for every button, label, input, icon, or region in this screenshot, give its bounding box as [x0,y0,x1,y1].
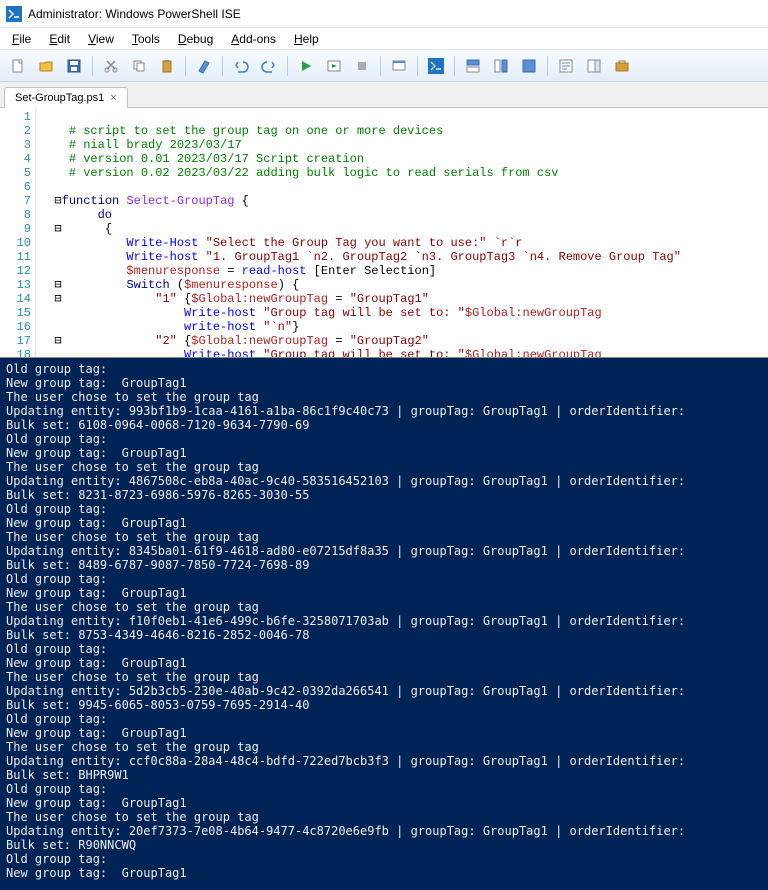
menu-view[interactable]: View [80,30,122,48]
menu-edit[interactable]: Edit [41,30,78,48]
paste-button[interactable] [155,54,179,78]
redo-button[interactable] [257,54,281,78]
separator [454,56,455,76]
start-powershell-button[interactable] [424,54,448,78]
new-button[interactable] [6,54,30,78]
menu-file[interactable]: File [4,30,39,48]
layout-script-max-button[interactable] [517,54,541,78]
toolbar [0,50,768,82]
show-command-addon-button[interactable] [582,54,606,78]
separator [222,56,223,76]
separator [380,56,381,76]
layout-script-top-button[interactable] [461,54,485,78]
line-numbers: 1 2 3 4 5 6 7 8 9 10 11 12 13 14 15 16 1… [0,108,36,357]
menu-help[interactable]: Help [286,30,327,48]
clear-console-button[interactable] [192,54,216,78]
tab-label: Set-GroupTag.ps1 [15,92,104,104]
separator [417,56,418,76]
layout-script-right-button[interactable] [489,54,513,78]
show-command-button[interactable] [554,54,578,78]
new-remote-tab-button[interactable] [387,54,411,78]
run-button[interactable] [294,54,318,78]
window-title: Administrator: Windows PowerShell ISE [28,7,241,21]
open-button[interactable] [34,54,58,78]
close-icon[interactable]: × [110,92,116,104]
save-button[interactable] [62,54,86,78]
menu-tools[interactable]: Tools [124,30,168,48]
powershell-ise-icon [6,6,22,22]
separator [287,56,288,76]
separator [547,56,548,76]
code-area[interactable]: # script to set the group tag on one or … [36,108,768,357]
run-selection-button[interactable] [322,54,346,78]
menubar: File Edit View Tools Debug Add-ons Help [0,28,768,50]
tab-script[interactable]: Set-GroupTag.ps1 × [4,87,128,108]
separator [185,56,186,76]
toolbox-button[interactable] [610,54,634,78]
editor-pane[interactable]: 1 2 3 4 5 6 7 8 9 10 11 12 13 14 15 16 1… [0,108,768,358]
undo-button[interactable] [229,54,253,78]
console-pane[interactable]: Old group tag: New group tag: GroupTag1 … [0,358,768,890]
titlebar: Administrator: Windows PowerShell ISE [0,0,768,28]
separator [92,56,93,76]
menu-debug[interactable]: Debug [170,30,221,48]
copy-button[interactable] [127,54,151,78]
cut-button[interactable] [99,54,123,78]
stop-button[interactable] [350,54,374,78]
tab-strip: Set-GroupTag.ps1 × [0,82,768,108]
menu-addons[interactable]: Add-ons [223,30,284,48]
